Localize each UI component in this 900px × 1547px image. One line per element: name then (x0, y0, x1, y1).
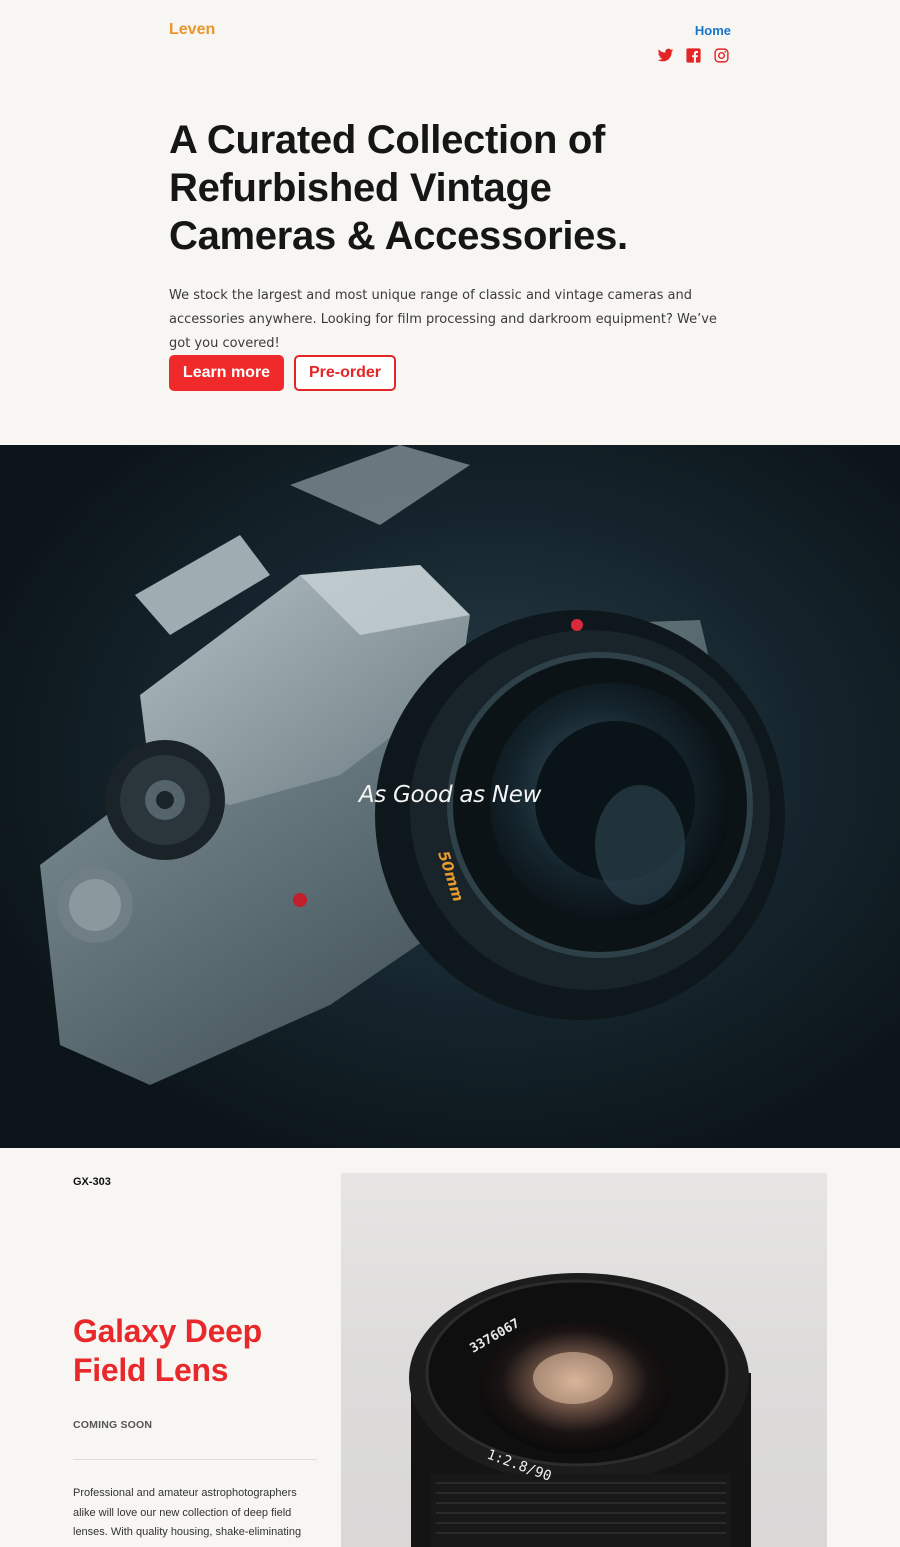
site-logo[interactable]: Leven (169, 21, 215, 39)
social-links (657, 47, 730, 64)
learn-more-button[interactable]: Learn more (169, 355, 284, 391)
instagram-icon[interactable] (713, 47, 730, 64)
hero-description: We stock the largest and most unique ran… (169, 288, 717, 351)
twitter-icon[interactable] (657, 47, 674, 64)
page: Leven Home A Curated Collection of Refur… (0, 0, 900, 1547)
site-header: Leven Home (0, 0, 900, 80)
product-lens-image: 3376067 1:2.8/90 (341, 1173, 827, 1547)
divider (73, 1459, 317, 1460)
product-status: COMING SOON (73, 1419, 153, 1431)
facebook-icon[interactable] (685, 47, 702, 64)
product-title: Galaxy Deep Field Lens (73, 1313, 262, 1388)
lens-illustration: 3376067 1:2.8/90 (409, 1273, 751, 1547)
nav-home-link[interactable]: Home (695, 23, 731, 38)
pre-order-button[interactable]: Pre-order (294, 355, 396, 391)
banner-caption: As Good as New (358, 782, 542, 808)
product-description: Professional and amateur astrophotograph… (73, 1487, 302, 1538)
product-sku: GX-303 (73, 1176, 111, 1188)
hero-title: A Curated Collection of Refurbished Vint… (169, 118, 628, 258)
